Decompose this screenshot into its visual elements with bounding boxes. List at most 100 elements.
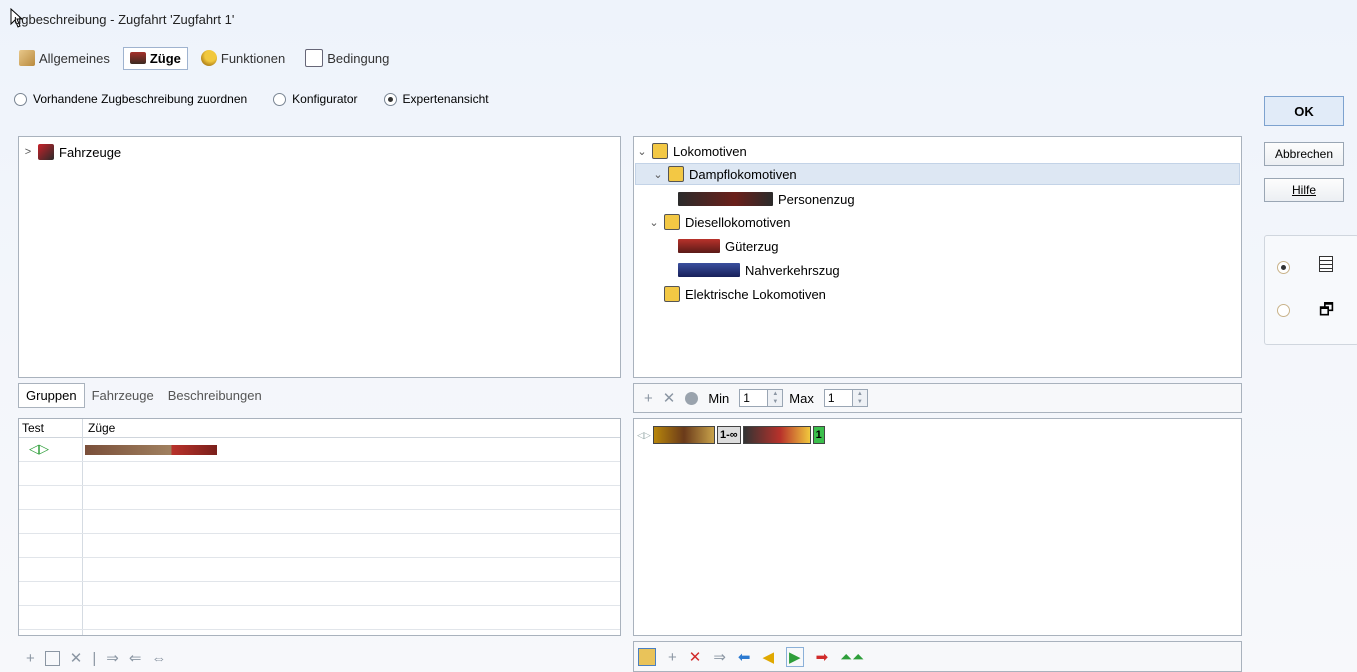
stop-icon[interactable]	[685, 391, 699, 405]
copy-icon[interactable]	[44, 650, 60, 666]
settings-icon	[19, 50, 35, 66]
chevron-down-icon[interactable]: ⌄	[653, 168, 663, 181]
tab-zuege[interactable]: Züge	[122, 46, 188, 70]
wagon-chip[interactable]	[653, 426, 715, 444]
min-spin-arrows[interactable]: ▲ ▼	[767, 390, 783, 406]
radio-expertenansicht[interactable]: Expertenansicht	[383, 92, 489, 106]
lower-tab-bar: Gruppen Fahrzeuge Beschreibungen	[18, 383, 269, 408]
composition-row[interactable]: ◁▷ 1-∞ 1	[637, 426, 825, 444]
new-item-icon[interactable]	[638, 648, 656, 666]
column-header-zuege[interactable]: Züge	[88, 421, 115, 435]
train-consist-icon	[85, 445, 217, 455]
min-label: Min	[708, 390, 730, 406]
chevron-right-icon[interactable]: >	[23, 146, 33, 158]
test-arrows-icon[interactable]: ◁▷	[29, 441, 49, 457]
minmax-toolbar: + ✕ Min 1 ▲ ▼ Max 1 ▲ ▼	[633, 383, 1242, 413]
tree-item-diesellokomotiven[interactable]: ⌄ Diesellokomotiven	[649, 211, 791, 233]
help-button[interactable]: Hilfe	[1264, 178, 1344, 202]
delete-icon[interactable]: ✕	[663, 389, 676, 407]
column-header-test[interactable]: Test	[22, 421, 44, 435]
ok-button[interactable]: OK	[1264, 96, 1344, 126]
move-right-icon[interactable]: ⇒	[713, 648, 726, 666]
tab-gruppen[interactable]: Gruppen	[18, 383, 85, 408]
arrow-left-yellow-icon[interactable]: ◀	[763, 648, 775, 666]
chevron-split-icon[interactable]: ◁▷	[637, 430, 651, 441]
radio-button[interactable]	[383, 92, 397, 106]
tree-item-lokomotiven[interactable]: ⌄ Lokomotiven	[637, 140, 747, 162]
freight-train-icon	[678, 239, 720, 253]
move-left-icon[interactable]: ⇐	[129, 649, 142, 667]
table-row[interactable]: ◁▷	[19, 439, 620, 461]
radio-label: Vorhandene Zugbeschreibung zuordnen	[33, 92, 248, 106]
range-chip[interactable]: 1-∞	[717, 426, 741, 444]
train-groups-grid[interactable]: Test Züge ◁▷	[18, 418, 621, 636]
grid-header: Test Züge	[19, 419, 620, 438]
tree-item-label: Güterzug	[725, 238, 779, 254]
tree-item-nahverkehrszug[interactable]: Nahverkehrszug	[678, 259, 840, 281]
play-icon[interactable]: ▶	[786, 647, 804, 667]
arrow-right-red-icon[interactable]: ➡	[816, 648, 829, 666]
composition-toolbar: + ✕ ⇒ ⬅ ◀ ▶ ➡ ⏶⏶	[633, 641, 1242, 672]
swap-icon[interactable]: ⇔	[151, 650, 166, 667]
tree-item-elektrische[interactable]: Elektrische Lokomotiven	[664, 283, 826, 305]
add-icon[interactable]: +	[668, 649, 677, 666]
chevron-down-icon[interactable]: ⌄	[637, 145, 647, 158]
tree-item-label: Diesellokomotiven	[685, 214, 791, 230]
locomotive-group-icon	[652, 143, 668, 159]
condition-icon	[305, 49, 324, 67]
commuter-train-icon	[678, 263, 740, 277]
radio-label: Konfigurator	[292, 92, 358, 106]
add-icon[interactable]: +	[26, 650, 35, 667]
radio-button[interactable]	[273, 92, 287, 106]
vehicles-icon	[38, 144, 54, 160]
diesel-loco-icon	[664, 214, 680, 230]
tree-item-label: Lokomotiven	[673, 143, 747, 159]
mountain-icon[interactable]: ⏶⏶	[840, 649, 864, 666]
min-stepper[interactable]: 1 ▲ ▼	[739, 389, 784, 407]
max-value[interactable]: 1	[825, 391, 852, 405]
vehicle-tree-panel[interactable]: > Fahrzeuge	[18, 136, 621, 378]
tree-item-label: Fahrzeuge	[59, 144, 122, 160]
window-view-icon: 🗗	[1319, 302, 1335, 319]
tab-fahrzeuge[interactable]: Fahrzeuge	[85, 384, 161, 407]
chevron-down-icon[interactable]: ⌄	[649, 216, 659, 229]
steam-loco-icon	[668, 166, 684, 182]
add-icon[interactable]: +	[644, 390, 653, 407]
radio-vorhandene[interactable]: Vorhandene Zugbeschreibung zuordnen	[14, 92, 247, 106]
tab-funktionen[interactable]: Funktionen	[194, 46, 292, 70]
radio-label: Expertenansicht	[402, 92, 489, 106]
delete-icon[interactable]: ✕	[70, 649, 83, 667]
view-mode-group: 🗗	[1264, 235, 1357, 345]
tree-item-fahrzeuge[interactable]: > Fahrzeuge	[23, 141, 121, 163]
min-value[interactable]: 1	[740, 391, 767, 405]
tab-label: Züge	[149, 50, 181, 66]
electric-loco-icon	[664, 286, 680, 302]
max-spin-arrows[interactable]: ▲ ▼	[851, 390, 867, 406]
tree-item-dampflokomotiven[interactable]: ⌄ Dampflokomotiven	[635, 163, 1240, 185]
list-view-icon	[1319, 256, 1333, 272]
composition-panel[interactable]: ◁▷ 1-∞ 1	[633, 418, 1242, 636]
locomotive-tree-panel[interactable]: ⌄ Lokomotiven ⌄ Dampflokomotiven Persone…	[633, 136, 1242, 378]
mode-radio-group: Vorhandene Zugbeschreibung zuordnen Konf…	[14, 92, 489, 106]
arrow-left-blue-icon[interactable]: ⬅	[738, 648, 751, 666]
tree-item-personenzug[interactable]: Personenzug	[678, 188, 855, 210]
radio-window-view[interactable]	[1277, 304, 1290, 317]
max-label: Max	[789, 390, 814, 406]
tab-label: Allgemeines	[39, 50, 110, 66]
tab-allgemeines[interactable]: Allgemeines	[12, 46, 117, 70]
window-title: ugbeschreibung - Zugfahrt 'Zugfahrt 1'	[14, 12, 235, 27]
radio-list-view[interactable]	[1277, 261, 1290, 274]
loco-chip[interactable]	[742, 426, 811, 444]
count-chip[interactable]: 1	[812, 426, 825, 444]
tab-bedingung[interactable]: Bedingung	[298, 45, 396, 71]
tree-item-gueterzug[interactable]: Güterzug	[678, 235, 778, 257]
tree-item-label: Personenzug	[778, 191, 855, 207]
tab-label: Funktionen	[220, 50, 286, 66]
delete-icon[interactable]: ✕	[689, 648, 702, 666]
move-right-icon[interactable]: ⇒	[106, 649, 119, 667]
tab-beschreibungen[interactable]: Beschreibungen	[161, 384, 269, 407]
max-stepper[interactable]: 1 ▲ ▼	[823, 389, 868, 407]
radio-button[interactable]	[14, 92, 27, 106]
radio-konfigurator[interactable]: Konfigurator	[273, 92, 358, 106]
cancel-button[interactable]: Abbrechen	[1264, 142, 1344, 166]
